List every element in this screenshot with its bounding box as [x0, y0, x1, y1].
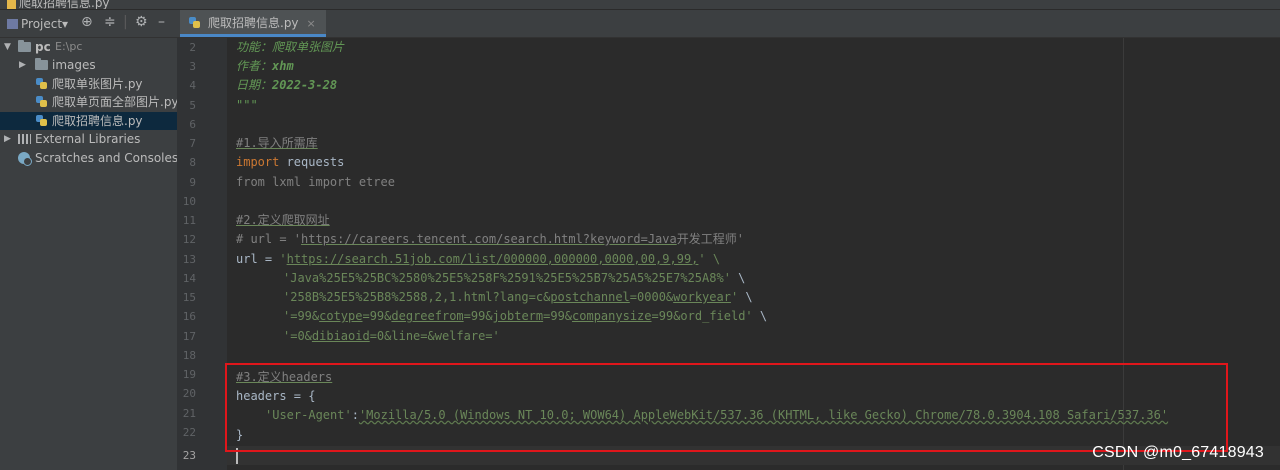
python-file-icon [35, 114, 48, 127]
hide-panel-icon[interactable]: – [158, 14, 165, 30]
line-number-current: 23 [182, 449, 196, 462]
code-line: import requests [236, 155, 345, 169]
tab-active-file[interactable]: 爬取招聘信息.py × [180, 10, 326, 37]
line-number: 21 [182, 407, 196, 420]
python-file-icon [35, 77, 48, 90]
scratches-icon [18, 152, 32, 166]
locate-file-icon[interactable]: ⊕ [81, 14, 93, 30]
line-number: 22 [182, 426, 196, 439]
python-file-icon [35, 95, 48, 108]
code-line: 作者：xhm [236, 59, 294, 73]
tree-node-file-1[interactable]: 爬取单张图片.py [0, 75, 177, 93]
divider: | [123, 14, 128, 30]
folder-icon [35, 58, 48, 70]
line-number: 10 [182, 195, 196, 208]
code-line: '258B%25E5%25B8%2588,2,1.html?lang=c&pos… [283, 290, 753, 304]
project-icon [7, 19, 18, 29]
line-number: 17 [182, 330, 196, 343]
line-number: 20 [182, 387, 196, 400]
line-number: 16 [182, 310, 196, 323]
tree-node-file-3[interactable]: 爬取招聘信息.py [0, 112, 177, 130]
line-number: 18 [182, 349, 196, 362]
watermark: CSDN @m0_67418943 [1092, 444, 1264, 461]
line-number: 4 [189, 79, 196, 92]
code-line: url = 'https://search.51job.com/list/000… [236, 252, 721, 266]
code-line: 功能：爬取单张图片 [236, 40, 345, 54]
tree-node-pc[interactable]: ▼ pc E:\pc [0, 38, 177, 56]
collapse-all-icon[interactable]: ≑ [104, 14, 116, 30]
code-line: '=99&cotype=99&degreefrom=99&jobterm=99&… [283, 309, 768, 323]
code-line: '=0&dibiaoid=0&line=&welfare=' [283, 329, 500, 343]
line-number: 3 [189, 60, 196, 73]
code-line: # url = 'https://careers.tencent.com/sea… [236, 232, 744, 246]
code-line: #2.定义爬取网址 [236, 213, 330, 227]
line-number: 19 [182, 368, 196, 381]
tree-node-external-libraries[interactable]: ▶ External Libraries [0, 130, 177, 148]
line-number: 14 [182, 272, 196, 285]
python-file-icon [7, 0, 16, 9]
line-number: 13 [182, 253, 196, 266]
tree-node-images[interactable]: ▶ images [0, 56, 177, 74]
title-bar: 爬取招聘信息.py [0, 0, 1280, 10]
code-line: 日期：2022-3-28 [236, 78, 338, 92]
gear-icon[interactable]: ⚙ [135, 14, 148, 30]
line-number: 7 [189, 137, 196, 150]
code-line: """ [236, 98, 258, 112]
folder-icon [18, 40, 31, 52]
library-icon [18, 134, 31, 144]
code-line: 'Java%25E5%25BC%2580%25E5%258F%2591%25E5… [283, 271, 746, 285]
breadcrumb: 爬取招聘信息.py [4, 0, 110, 9]
code-line: from lxml import etree [236, 175, 395, 189]
chevron-down-icon[interactable]: ▼ [4, 38, 11, 56]
code-line: #1.导入所需库 [236, 136, 318, 150]
line-number: 8 [189, 156, 196, 169]
chevron-right-icon[interactable]: ▶ [4, 130, 11, 148]
line-number: 11 [182, 214, 196, 227]
line-number-gutter: 2 3 4 5 6 7 8 9 10 11 12 13 14 15 16 17 … [177, 38, 235, 470]
project-toolbar: Project▾ ⊕ ≑ | ⚙ – [0, 10, 177, 38]
line-number: 6 [189, 118, 196, 131]
close-icon[interactable]: × [307, 17, 316, 30]
project-panel: Project▾ ⊕ ≑ | ⚙ – ▼ pc E:\pc ▶ images 爬… [0, 10, 179, 470]
editor-tabs: 爬取招聘信息.py × [177, 10, 1280, 38]
line-number: 12 [182, 233, 196, 246]
tree-node-scratches[interactable]: Scratches and Consoles [0, 149, 178, 167]
line-number: 2 [189, 41, 196, 54]
chevron-right-icon[interactable]: ▶ [19, 56, 26, 74]
line-number: 5 [189, 99, 196, 112]
line-number: 15 [182, 291, 196, 304]
project-view-selector[interactable]: Project▾ [7, 17, 68, 31]
tree-node-file-2[interactable]: 爬取单页面全部图片.py [0, 93, 179, 111]
breadcrumb-file[interactable]: 爬取招聘信息.py [19, 0, 110, 9]
python-file-icon [188, 16, 201, 29]
highlight-annotation-box [225, 363, 1228, 452]
line-number: 9 [189, 176, 196, 189]
